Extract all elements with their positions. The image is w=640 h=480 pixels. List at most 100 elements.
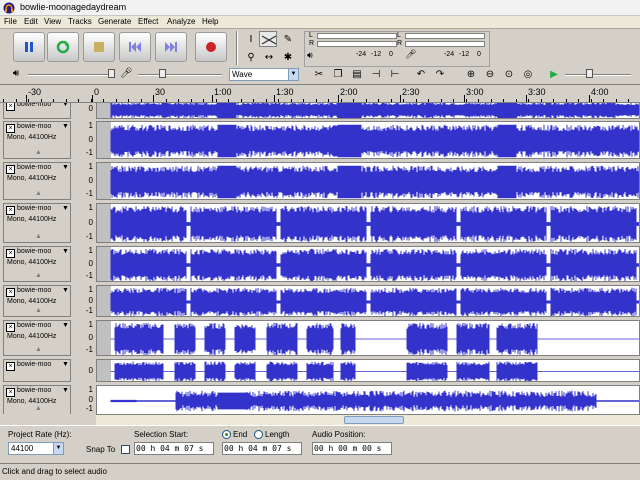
chevron-down-icon[interactable]: ▼ — [62, 164, 69, 171]
project-rate-select[interactable]: 44100 ▼ — [8, 442, 64, 455]
collapse-track-icon[interactable]: ▲ — [35, 307, 42, 314]
timeline-ruler[interactable]: -30 0 30 1:00 1:30 2:00 2:30 3:00 3:30 4:00 — [0, 86, 640, 103]
chevron-down-icon[interactable]: ▼ — [62, 205, 69, 212]
view-mode-select[interactable]: Wave ▼ — [229, 68, 299, 81]
play-speed-thumb[interactable] — [586, 69, 593, 78]
waveform-view[interactable] — [96, 103, 640, 119]
chevron-down-icon[interactable]: ▼ — [62, 322, 69, 329]
pause-button[interactable] — [13, 32, 45, 62]
track-name-button[interactable]: bowie-moo — [17, 361, 51, 368]
zoom-tool[interactable]: ⚲ — [241, 49, 259, 65]
waveform-view[interactable] — [96, 203, 640, 243]
zoom-in-button[interactable]: ⊕ — [462, 67, 480, 83]
length-radio[interactable] — [254, 430, 263, 439]
track-control-panel[interactable]: × bowie-moo ▼ Mono, 44100Hz ▲ — [3, 285, 71, 317]
track-name-button[interactable]: bowie-moo — [17, 287, 51, 294]
collapse-track-icon[interactable]: ▲ — [35, 405, 42, 412]
waveform-view[interactable] — [96, 246, 640, 282]
track-name-button[interactable]: bowie-moo — [17, 248, 51, 255]
timeshift-tool[interactable]: ↔ — [259, 49, 277, 65]
horizontal-scrollbar[interactable] — [96, 414, 640, 425]
snap-to-checkbox[interactable] — [121, 445, 130, 454]
track-control-panel[interactable]: × bowie-moo ▼ Mono, 44100Hz ▲ — [3, 246, 71, 282]
output-volume-thumb[interactable] — [108, 69, 115, 78]
chevron-down-icon[interactable]: ▼ — [62, 361, 69, 368]
chevron-down-icon[interactable]: ▼ — [62, 103, 69, 108]
chevron-down-icon[interactable]: ▼ — [62, 123, 69, 130]
chevron-down-icon[interactable]: ▼ — [62, 387, 69, 394]
menu-effect[interactable]: Effect — [138, 17, 158, 26]
track-control-panel[interactable]: × bowie-moo ▼ — [3, 359, 71, 382]
fit-selection-button[interactable]: ⊙ — [500, 67, 518, 83]
track-name-button[interactable]: bowie-moo — [17, 205, 51, 212]
paste-button[interactable]: ▤ — [348, 67, 366, 83]
track-name-button[interactable]: bowie-moo — [17, 103, 51, 108]
multi-tool[interactable]: ✱ — [278, 49, 296, 65]
selection-end-field[interactable]: 00 h 04 m 07 s — [222, 442, 302, 455]
output-volume-track[interactable] — [28, 74, 112, 76]
stop-button[interactable] — [83, 32, 115, 62]
play-speed-track[interactable] — [565, 74, 631, 76]
draw-tool[interactable]: ✎ — [278, 31, 296, 47]
play-button[interactable] — [47, 32, 79, 62]
close-track-icon[interactable]: × — [6, 249, 15, 258]
scrollbar-thumb[interactable] — [344, 416, 404, 424]
track-name-button[interactable]: bowie-moo — [17, 387, 51, 394]
end-radio[interactable] — [222, 430, 231, 439]
track-control-panel[interactable]: × bowie-moo ▼ Mono, 44100Hz ▲ — [3, 121, 71, 159]
collapse-track-icon[interactable]: ▲ — [35, 272, 42, 279]
silence-button[interactable]: ⊢ — [386, 67, 404, 83]
menu-file[interactable]: File — [4, 17, 17, 26]
track-name-button[interactable]: bowie-moo — [17, 164, 51, 171]
close-track-icon[interactable]: × — [6, 124, 15, 133]
undo-button[interactable]: ↶ — [412, 67, 430, 83]
input-volume-thumb[interactable] — [159, 69, 166, 78]
fit-project-button[interactable]: ◎ — [519, 67, 537, 83]
record-button[interactable] — [195, 32, 227, 62]
skip-start-button[interactable] — [119, 32, 151, 62]
speaker-meter-icon[interactable]: 🔊︎ — [307, 51, 318, 62]
menu-edit[interactable]: Edit — [24, 17, 38, 26]
track-control-panel[interactable]: × bowie-moo ▼ — [3, 103, 71, 119]
track-name-button[interactable]: bowie-moo — [17, 123, 51, 130]
menu-tracks[interactable]: Tracks — [68, 17, 92, 26]
close-track-icon[interactable]: × — [6, 362, 15, 371]
chevron-down-icon[interactable]: ▼ — [62, 287, 69, 294]
collapse-track-icon[interactable]: ▲ — [35, 346, 42, 353]
track-control-panel[interactable]: × bowie-moo ▼ Mono, 44100Hz ▲ — [3, 385, 71, 414]
copy-button[interactable]: ❐ — [329, 67, 347, 83]
waveform-view[interactable] — [96, 285, 640, 317]
input-volume-track[interactable] — [138, 74, 222, 76]
waveform-view[interactable] — [96, 359, 640, 382]
cut-button[interactable]: ✂ — [310, 67, 328, 83]
chevron-down-icon[interactable]: ▼ — [62, 248, 69, 255]
track-control-panel[interactable]: × bowie-moo ▼ Mono, 44100Hz ▲ — [3, 162, 71, 200]
redo-button[interactable]: ↷ — [431, 67, 449, 83]
close-track-icon[interactable]: × — [6, 323, 15, 332]
collapse-track-icon[interactable]: ▲ — [35, 149, 42, 156]
menu-help[interactable]: Help — [202, 17, 218, 26]
close-track-icon[interactable]: × — [6, 206, 15, 215]
track-name-button[interactable]: bowie-moo — [17, 322, 51, 329]
zoom-out-button[interactable]: ⊖ — [481, 67, 499, 83]
track-control-panel[interactable]: × bowie-moo ▼ Mono, 44100Hz ▲ — [3, 203, 71, 243]
envelope-tool[interactable] — [259, 31, 277, 47]
skip-end-button[interactable] — [155, 32, 187, 62]
audio-position-field[interactable]: 00 h 00 m 00 s — [312, 442, 392, 455]
microphone-meter-icon[interactable]: 🎤︎ — [405, 50, 416, 61]
waveform-view[interactable] — [96, 320, 640, 356]
waveform-view[interactable] — [96, 385, 640, 414]
selection-tool[interactable]: I — [241, 31, 259, 47]
close-track-icon[interactable]: × — [6, 388, 15, 397]
waveform-view[interactable] — [96, 121, 640, 159]
track-control-panel[interactable]: × bowie-moo ▼ Mono, 44100Hz ▲ — [3, 320, 71, 356]
collapse-track-icon[interactable]: ▲ — [35, 233, 42, 240]
selection-start-field[interactable]: 00 h 04 m 07 s — [134, 442, 214, 455]
close-track-icon[interactable]: × — [6, 165, 15, 174]
menu-analyze[interactable]: Analyze — [167, 17, 195, 26]
menu-view[interactable]: View — [44, 17, 61, 26]
trim-button[interactable]: ⊣ — [367, 67, 385, 83]
close-track-icon[interactable]: × — [6, 103, 15, 111]
play-at-speed-button[interactable]: ▶ — [545, 67, 563, 83]
close-track-icon[interactable]: × — [6, 288, 15, 297]
